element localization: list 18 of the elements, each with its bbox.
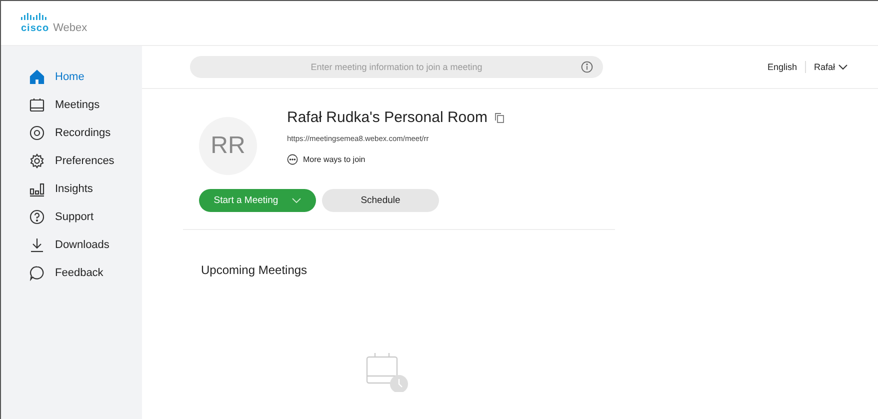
nav-item[interactable]: Home: [1, 64, 142, 89]
nav-item[interactable]: Feedback: [1, 260, 142, 285]
user-menu[interactable]: Rafał: [814, 62, 848, 72]
section-heading: Upcoming Meetings: [201, 263, 308, 277]
logo-brand: cisco: [21, 22, 50, 34]
room-title: Rafał Rudka's Personal Room: [287, 109, 488, 126]
nav-item[interactable]: Preferences: [1, 148, 142, 173]
language-link[interactable]: English: [767, 62, 797, 72]
search-field[interactable]: Enter meeting information to join a meeting: [190, 56, 603, 78]
nav-item[interactable]: Support: [1, 204, 142, 229]
avatar: RR: [199, 117, 257, 175]
nav-item[interactable]: Insights: [1, 176, 142, 201]
logo-product: Webex: [53, 22, 88, 34]
schedule-button[interactable]: Schedule: [322, 189, 439, 212]
more-ways-link[interactable]: More ways to join: [287, 154, 504, 165]
nav-item[interactable]: Downloads: [1, 232, 142, 257]
nav-item[interactable]: Meetings: [1, 92, 142, 117]
nav-item[interactable]: Recordings: [1, 120, 142, 145]
